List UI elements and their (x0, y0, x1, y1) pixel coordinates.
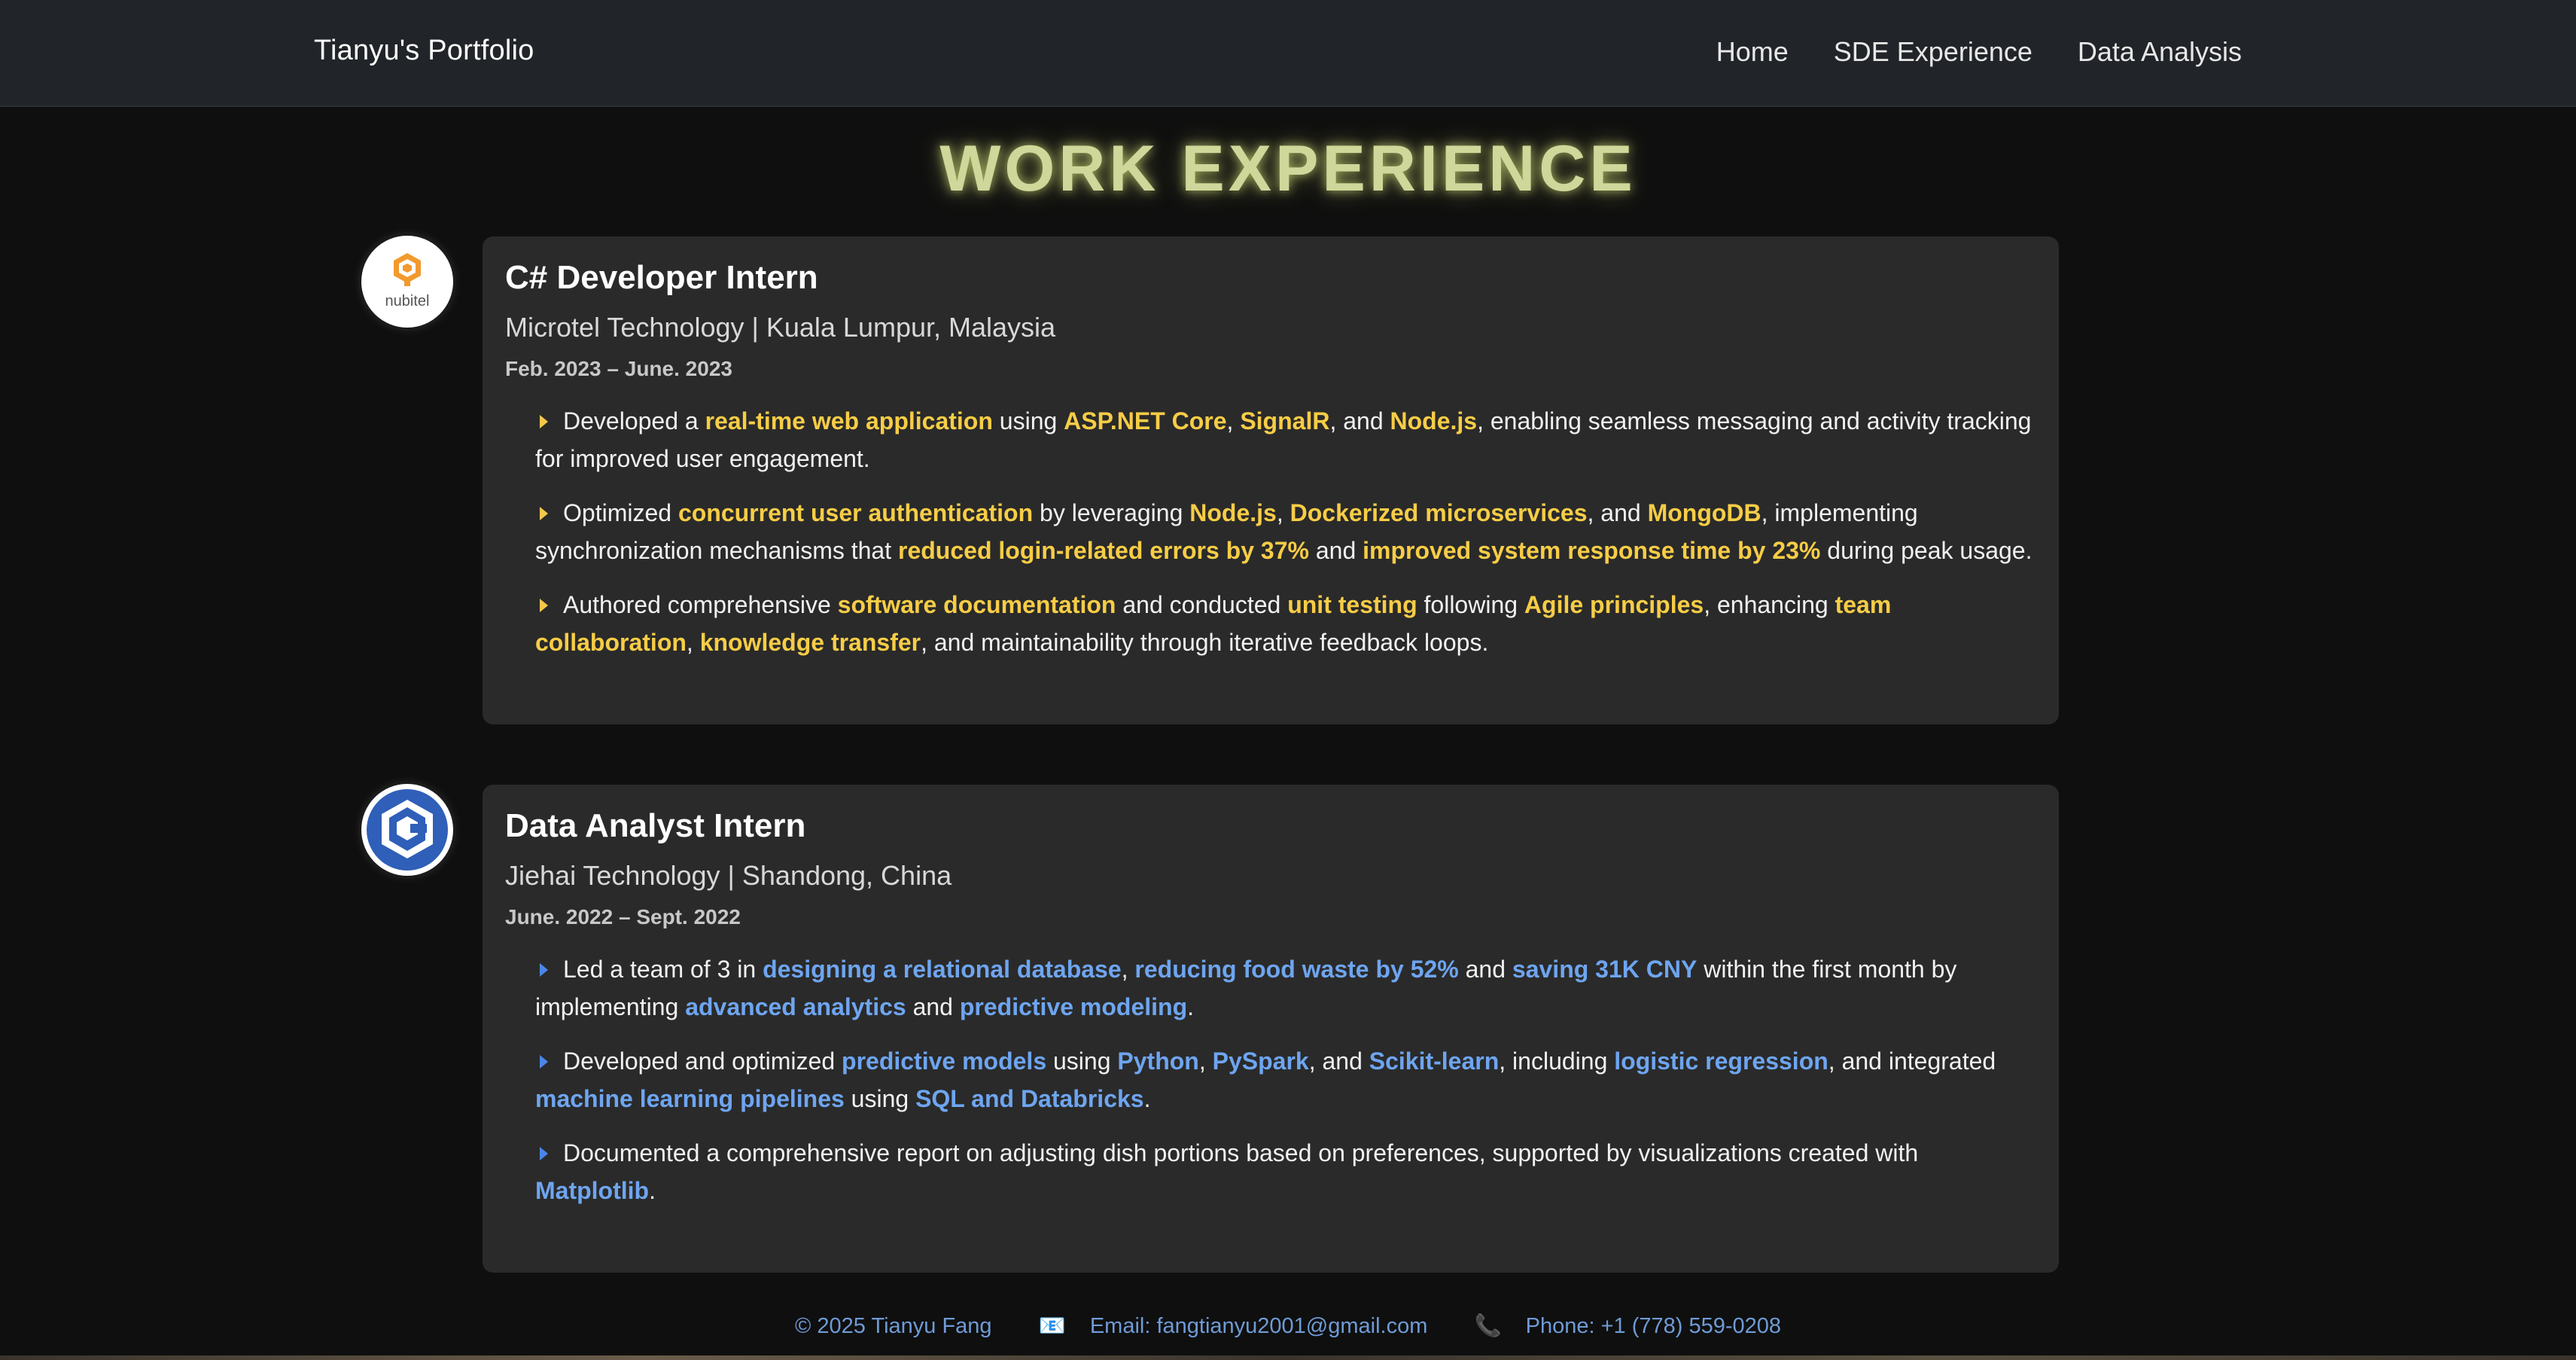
job-role: C# Developer Intern (505, 259, 818, 296)
highlight-keyword: logistic regression (1614, 1047, 1828, 1075)
highlight-keyword: real-time web application (705, 407, 993, 435)
job-bullet-item: Led a team of 3 in designing a relationa… (535, 950, 2036, 1026)
job-bullet-item: Developed a real-time web application us… (535, 402, 2036, 477)
experience-card: C# Developer Intern Microtel Technology … (483, 236, 2059, 724)
job-company: Microtel Technology | Kuala Lumpur, Mala… (505, 312, 1056, 343)
bullet-text: and conducted (1116, 591, 1288, 618)
footer-email[interactable]: Email: fangtianyu2001@gmail.com (1090, 1314, 1428, 1338)
bullet-text: , (1276, 499, 1290, 526)
jiehai-logo-icon (367, 789, 448, 871)
bullet-text: , (1198, 1047, 1213, 1075)
job-bullet-item: Developed and optimized predictive model… (535, 1042, 2036, 1118)
highlight-keyword: advanced analytics (685, 993, 906, 1020)
bullet-text: by leveraging (1033, 499, 1190, 526)
bullet-text: Developed and optimized (563, 1047, 842, 1075)
nav-link-data-analysis[interactable]: Data Analysis (2078, 36, 2242, 68)
highlight-keyword: knowledge transfer (699, 629, 921, 656)
nav-link-home[interactable]: Home (1716, 36, 1789, 68)
phone-icon: 📞 (1474, 1314, 1502, 1338)
nav-link-sde-experience[interactable]: SDE Experience (1834, 36, 2032, 68)
highlight-keyword: designing a relational database (763, 956, 1122, 983)
background-strip (0, 1355, 2576, 1360)
footer-phone[interactable]: Phone: +1 (778) 559-0208 (1526, 1314, 1781, 1338)
footer-copyright: © 2025 Tianyu Fang (794, 1314, 992, 1338)
bullet-text: Developed a (563, 407, 705, 435)
highlight-keyword: reducing food waste by 52% (1134, 956, 1459, 983)
highlight-keyword: Python (1117, 1047, 1199, 1075)
bullet-text: , enhancing (1704, 591, 1835, 618)
highlight-keyword: Dockerized microservices (1290, 499, 1588, 526)
bullet-text: , and integrated (1828, 1047, 1996, 1075)
nav-links: Home SDE Experience Data Analysis (1716, 36, 2242, 68)
page-title: WORK EXPERIENCE (939, 133, 1637, 205)
job-bullet-list: Led a team of 3 in designing a relationa… (505, 950, 2036, 1209)
bullet-text: during peak usage. (1820, 537, 2032, 564)
company-logo-jiehai (361, 784, 453, 876)
bullet-text: using (992, 407, 1064, 435)
highlight-keyword: Node.js (1189, 499, 1277, 526)
highlight-keyword: MongoDB (1647, 499, 1761, 526)
bullet-text: , and (1587, 499, 1648, 526)
highlight-keyword: concurrent user authentication (677, 499, 1034, 526)
bullet-text: using (1046, 1047, 1118, 1075)
bullet-text: , (1121, 956, 1135, 983)
highlight-keyword: Node.js (1390, 407, 1478, 435)
bullet-text: Documented a comprehensive report on adj… (563, 1139, 1919, 1166)
highlight-keyword: reduced login-related errors by 37% (898, 537, 1309, 564)
highlight-keyword: PySpark (1212, 1047, 1309, 1075)
job-role: Data Analyst Intern (505, 807, 806, 844)
bullet-text: , (1226, 407, 1241, 435)
bullet-text: and (1308, 537, 1363, 564)
bullet-text: Authored comprehensive (563, 591, 838, 618)
highlight-keyword: predictive models (842, 1047, 1047, 1075)
highlight-keyword: software documentation (837, 591, 1116, 618)
navbar-brand[interactable]: Tianyu's Portfolio (314, 35, 534, 67)
highlight-keyword: SQL and Databricks (915, 1085, 1144, 1112)
experience-card: Data Analyst Intern Jiehai Technology | … (483, 785, 2059, 1273)
bullet-text: Optimized (563, 499, 678, 526)
top-navbar: Tianyu's Portfolio Home SDE Experience D… (0, 0, 2576, 107)
job-bullet-list: Developed a real-time web application us… (505, 402, 2036, 661)
highlight-keyword: SignalR (1240, 407, 1330, 435)
highlight-keyword: Scikit-learn (1369, 1047, 1500, 1075)
job-dates: June. 2022 – Sept. 2022 (505, 905, 741, 929)
bullet-text: , and (1329, 407, 1390, 435)
job-bullet-item: Optimized concurrent user authentication… (535, 494, 2036, 569)
email-icon: 📧 (1038, 1314, 1066, 1338)
highlight-keyword: predictive modeling (959, 993, 1188, 1020)
bullet-text: , (686, 629, 700, 656)
bullet-text: . (649, 1177, 656, 1204)
highlight-keyword: Matplotlib (535, 1177, 650, 1204)
bullet-text: using (844, 1085, 916, 1112)
bullet-text: , including (1499, 1047, 1615, 1075)
job-bullet-item: Authored comprehensive software document… (535, 586, 2036, 661)
bullet-text: , and maintainability through iterative … (921, 629, 1489, 656)
logo-wordmark: nubitel (385, 293, 430, 310)
bullet-text: , and (1308, 1047, 1369, 1075)
highlight-keyword: machine learning pipelines (535, 1085, 845, 1112)
page-footer: © 2025 Tianyu Fang 📧 Email: fangtianyu20… (0, 1313, 2576, 1339)
bullet-text: . (1143, 1085, 1151, 1112)
bullet-text: Led a team of 3 in (563, 956, 763, 983)
bullet-text: and (906, 993, 960, 1020)
highlight-keyword: unit testing (1287, 591, 1417, 618)
highlight-keyword: saving 31K CNY (1512, 956, 1698, 983)
job-bullet-item: Documented a comprehensive report on adj… (535, 1134, 2036, 1209)
bullet-text: and (1458, 956, 1512, 983)
highlight-keyword: improved system response time by 23% (1363, 537, 1821, 564)
bullet-text: following (1417, 591, 1524, 618)
highlight-keyword: ASP.NET Core (1064, 407, 1227, 435)
job-dates: Feb. 2023 – June. 2023 (505, 357, 732, 380)
company-logo-microtel: nubitel (361, 236, 453, 328)
highlight-keyword: Agile principles (1524, 591, 1704, 618)
bullet-text: . (1187, 993, 1195, 1020)
job-company: Jiehai Technology | Shandong, China (505, 860, 952, 891)
